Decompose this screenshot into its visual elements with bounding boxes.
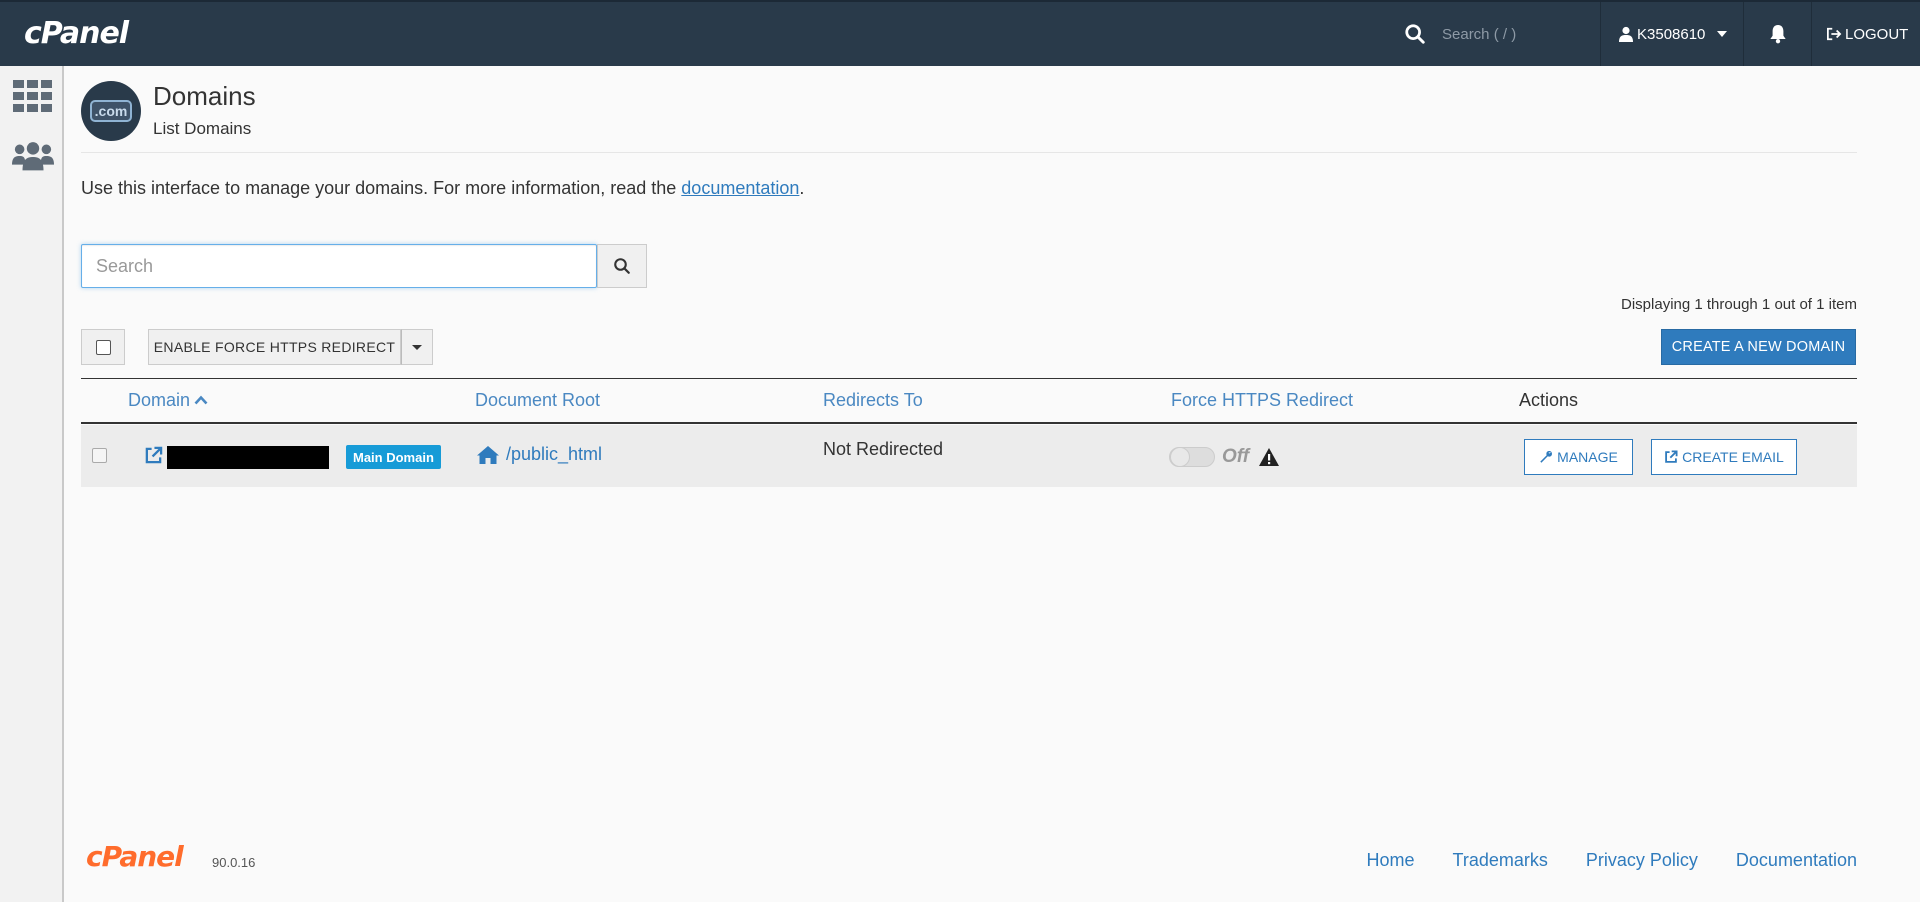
sidebar-item-users[interactable]: [12, 138, 54, 174]
column-header-actions: Actions: [1519, 390, 1579, 410]
sort-ascending-icon: [194, 395, 208, 405]
column-header-force-https[interactable]: Force HTTPS Redirect: [1171, 390, 1353, 411]
page-subtitle: List Domains: [153, 119, 252, 138]
checkbox-box: [95, 339, 111, 355]
user-icon: [1619, 26, 1633, 42]
document-root-text: /public_html: [506, 444, 603, 464]
logout-button[interactable]: LOGOUT: [1812, 2, 1920, 66]
search-icon: [1405, 24, 1425, 44]
page-title: Domains: [153, 81, 256, 111]
main-domain-badge: Main Domain: [346, 445, 441, 469]
footer-links: Home Trademarks Privacy Policy Documenta…: [1367, 850, 1857, 871]
pagination-summary: Displaying 1 through 1 out of 1 item: [1621, 296, 1857, 313]
document-root-link[interactable]: /public_html: [476, 444, 602, 465]
row-checkbox[interactable]: [92, 448, 107, 463]
create-email-button[interactable]: CREATE EMAIL: [1651, 439, 1797, 475]
logout-icon: [1827, 27, 1842, 41]
force-https-status: Off: [1222, 446, 1250, 467]
toggle-knob: [1170, 447, 1190, 467]
table-row: Main Domain /public_html Not Redirected …: [81, 425, 1857, 487]
footer-link-home[interactable]: Home: [1367, 850, 1415, 871]
domains-icon: .com: [81, 81, 141, 141]
warning-icon[interactable]: [1258, 447, 1280, 467]
footer-link-documentation[interactable]: Documentation: [1736, 850, 1857, 871]
username: K3508610: [1637, 25, 1706, 43]
create-domain-button[interactable]: CREATE A NEW DOMAIN: [1661, 329, 1856, 365]
external-link-icon[interactable]: [144, 446, 163, 465]
domain-name-redacted[interactable]: [167, 446, 329, 469]
caret-down-icon: [412, 344, 422, 350]
page-header: .com Domains List Domains: [81, 81, 1857, 153]
global-search-input[interactable]: [1442, 25, 1592, 43]
search-icon: [614, 258, 630, 274]
domain-search-input[interactable]: [81, 244, 597, 288]
search-button[interactable]: [597, 244, 647, 288]
intro-text: Use this interface to manage your domain…: [81, 178, 805, 198]
footer-link-privacy-policy[interactable]: Privacy Policy: [1586, 850, 1698, 871]
documentation-link[interactable]: documentation: [681, 178, 799, 198]
top-navbar: cPanel K3508610 LOGOUT: [0, 0, 1920, 66]
force-https-toggle[interactable]: [1169, 447, 1215, 467]
external-link-icon: [1665, 450, 1678, 463]
table-header: Domain Document Root Redirects To Force …: [81, 378, 1857, 424]
users-icon: [12, 142, 54, 171]
version-number: 90.0.16: [212, 855, 256, 870]
column-header-document-root[interactable]: Document Root: [475, 390, 600, 411]
sidebar-item-tools[interactable]: [12, 78, 54, 114]
chevron-down-icon: [1717, 31, 1728, 37]
footer-cpanel-logo[interactable]: cPanel: [86, 840, 184, 873]
cpanel-logo[interactable]: cPanel: [24, 16, 129, 51]
column-header-redirects-to[interactable]: Redirects To: [823, 390, 923, 411]
bell-icon: [1769, 25, 1786, 44]
manage-button[interactable]: MANAGE: [1524, 439, 1633, 475]
user-menu[interactable]: K3508610: [1600, 2, 1744, 66]
wrench-icon: [1540, 451, 1553, 463]
column-header-domain[interactable]: Domain: [128, 390, 208, 411]
redirects-to-value: Not Redirected: [823, 439, 944, 459]
sidebar: [0, 66, 64, 902]
footer-link-trademarks[interactable]: Trademarks: [1453, 850, 1548, 871]
domains-icon-label: .com: [89, 100, 133, 122]
select-all-checkbox[interactable]: [81, 329, 125, 365]
force-https-dropdown-toggle[interactable]: [401, 329, 433, 365]
notifications-button[interactable]: [1744, 2, 1812, 66]
home-icon: [477, 445, 499, 464]
grid-icon: [13, 80, 52, 112]
enable-force-https-button[interactable]: ENABLE FORCE HTTPS REDIRECT: [148, 329, 401, 365]
logout-label: LOGOUT: [1845, 25, 1909, 43]
global-search: [1404, 2, 1600, 66]
